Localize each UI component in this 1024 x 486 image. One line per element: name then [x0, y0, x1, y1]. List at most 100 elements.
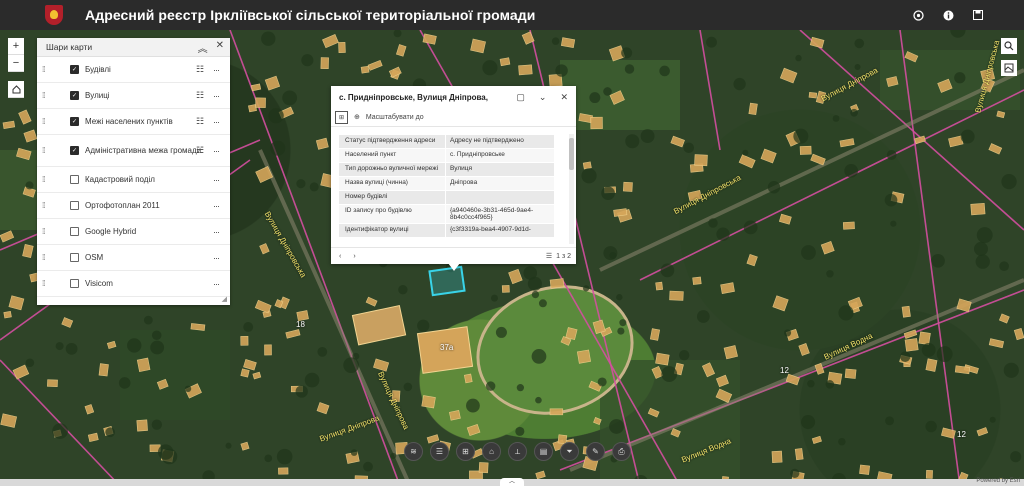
more-options-icon[interactable]: ··· [213, 175, 220, 185]
layer-visibility-checkbox[interactable]: ✓ [70, 146, 79, 155]
zoom-in-button[interactable]: + [8, 38, 24, 55]
layer-visibility-checkbox[interactable]: ✓ [70, 91, 79, 100]
drag-handle-icon[interactable]: ⁞⁞ [42, 201, 48, 210]
legend-list-icon[interactable]: ☷ [196, 90, 204, 101]
expand-toolbar-button[interactable]: ︿ [500, 478, 524, 486]
layers-icon[interactable]: ≋ [404, 442, 423, 461]
layer-item[interactable]: ⁞⁞ OSM ··· [37, 245, 230, 271]
more-options-icon[interactable]: ··· [213, 201, 220, 211]
close-icon[interactable]: ✕ [560, 92, 568, 103]
legend-list-icon[interactable]: ☷ [196, 64, 204, 75]
tree [150, 340, 165, 355]
tree [733, 77, 746, 91]
more-options-icon[interactable]: ··· [213, 146, 220, 156]
drag-handle-icon[interactable]: ⁞⁞ [42, 117, 48, 126]
layer-item[interactable]: ⁞⁞ Ортофотоплан 2011 ··· [37, 193, 230, 219]
layer-item[interactable]: ⁞⁞ Google Hybrid ··· [37, 219, 230, 245]
more-options-icon[interactable]: ··· [213, 227, 220, 237]
legend-icon[interactable]: ☰ [430, 442, 449, 461]
info-icon[interactable] [940, 7, 956, 23]
drag-handle-icon[interactable]: ⁞⁞ [42, 175, 48, 184]
layer-name: OSM [85, 252, 104, 262]
building [655, 281, 664, 291]
drag-handle-icon[interactable]: ⁞⁞ [42, 227, 48, 236]
drag-handle-icon[interactable]: ⁞⁞ [42, 91, 48, 100]
tree [708, 218, 718, 228]
more-options-icon[interactable]: ··· [213, 253, 220, 263]
dock-icon[interactable]: ▢ [516, 92, 525, 103]
building [670, 135, 685, 148]
home-button[interactable] [8, 81, 24, 98]
select-feature-icon[interactable]: ⊞ [335, 110, 348, 124]
more-options-icon[interactable]: ··· [213, 91, 220, 101]
measure-icon[interactable]: ⟂ [508, 442, 527, 461]
chevron-down-icon[interactable]: ⌄ [539, 92, 547, 103]
legend-list-icon[interactable]: ☷ [196, 116, 204, 127]
layer-item[interactable]: ⁞⁞ ✓ Вулиці ☷ ··· [37, 83, 230, 109]
tree [601, 186, 615, 201]
building [518, 64, 533, 76]
more-options-icon[interactable]: ··· [213, 279, 220, 289]
basemap-gallery-button[interactable] [1001, 60, 1017, 76]
layer-visibility-checkbox[interactable]: ✓ [70, 65, 79, 74]
building [250, 83, 262, 92]
table-icon[interactable]: ▤ [534, 442, 553, 461]
tree [65, 342, 78, 355]
building [365, 296, 378, 307]
filter-icon[interactable]: ⏷ [560, 442, 579, 461]
popup-title: с. Придніпровське, Вулиця Дніпрова, [339, 92, 488, 102]
tree [661, 366, 678, 382]
popup-toolbar: ⊞ ⊕ Масштабувати до [331, 108, 576, 127]
tree [555, 64, 568, 77]
popup-scrollbar[interactable] [569, 134, 574, 244]
drag-handle-icon[interactable]: ⁞⁞ [42, 65, 48, 74]
tree [143, 315, 153, 325]
close-icon[interactable]: ✕ [216, 40, 224, 55]
save-icon[interactable] [970, 7, 986, 23]
layer-item[interactable]: ⁞⁞ Visicom ··· [37, 271, 230, 297]
zoom-to-icon[interactable]: ⊕ [354, 113, 360, 121]
print-icon[interactable]: ⎙ [612, 442, 631, 461]
tree [683, 142, 695, 153]
drag-handle-icon[interactable]: ⁞⁞ [42, 146, 48, 155]
layer-visibility-checkbox[interactable] [70, 201, 79, 210]
more-options-icon[interactable]: ··· [213, 117, 220, 127]
drag-handle-icon[interactable]: ⁞⁞ [42, 279, 48, 288]
resize-handle-icon[interactable]: ◢ [222, 295, 227, 303]
tree [184, 385, 192, 393]
tree [538, 299, 547, 308]
layer-item[interactable]: ⁞⁞ Кадастровий поділ ··· [37, 167, 230, 193]
popup-attribute-row: Тип дорожньо вуличної мережі Вулиця [339, 162, 569, 176]
collapse-icon[interactable]: ︽ [198, 40, 208, 55]
zoom-to-button[interactable]: Масштабувати до [366, 114, 424, 121]
layer-item[interactable]: ⁞⁞ ✓ Межі населених пунктів ☷ ··· [37, 109, 230, 135]
layer-visibility-checkbox[interactable] [70, 175, 79, 184]
search-button[interactable] [1001, 38, 1017, 54]
layer-visibility-checkbox[interactable]: ✓ [70, 117, 79, 126]
layer-visibility-checkbox[interactable] [70, 227, 79, 236]
building [622, 181, 633, 192]
layer-item[interactable]: ⁞⁞ ✓ Адміністративна межа громади ☷ ··· [37, 135, 230, 167]
building [794, 448, 804, 461]
more-options-icon[interactable]: ··· [213, 65, 220, 75]
feature-list-icon[interactable]: ☰ [546, 252, 552, 260]
previous-feature-button[interactable]: ‹ [339, 253, 341, 260]
drag-handle-icon[interactable]: ⁞⁞ [42, 253, 48, 262]
edit-icon[interactable]: ✎ [586, 442, 605, 461]
basemap-icon[interactable]: ⊞ [456, 442, 475, 461]
attribute-value: {a940460e-3b31-465d-9ae4-8b4c0cc4f965} [446, 205, 554, 223]
tree [582, 285, 590, 292]
bookmark-icon[interactable]: ⌂ [482, 442, 501, 461]
building [925, 470, 933, 479]
selected-building-highlight[interactable] [428, 265, 466, 297]
building [809, 36, 825, 49]
share-icon[interactable] [910, 7, 926, 23]
next-feature-button[interactable]: › [353, 253, 355, 260]
layer-visibility-checkbox[interactable] [70, 279, 79, 288]
zoom-out-button[interactable]: − [8, 55, 24, 72]
building [998, 313, 1010, 324]
legend-list-icon[interactable]: ☷ [196, 145, 204, 156]
layer-visibility-checkbox[interactable] [70, 253, 79, 262]
layer-item[interactable]: ⁞⁞ ✓ Будівлі ☷ ··· [37, 57, 230, 83]
building [243, 359, 257, 371]
